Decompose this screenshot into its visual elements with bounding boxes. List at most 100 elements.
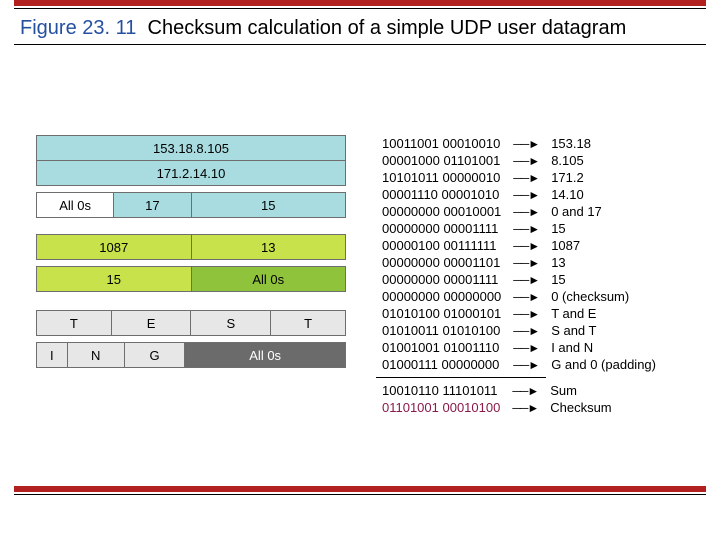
arrow-icon: ──► bbox=[506, 399, 544, 416]
desc: G and 0 (padding) bbox=[545, 356, 662, 373]
calc-row: 00000000 00001111──►15 bbox=[376, 220, 662, 237]
checksum-bits: 01101001 00010100 bbox=[376, 399, 506, 416]
desc: 1087 bbox=[545, 237, 662, 254]
desc: 15 bbox=[545, 271, 662, 288]
calc-rows: 10011001 00010010──►153.18 00001000 0110… bbox=[376, 135, 662, 373]
char-T1: T bbox=[37, 311, 112, 336]
sum-divider bbox=[376, 377, 546, 378]
data-row-2: I N G All 0s bbox=[36, 342, 346, 368]
calc-row: 00001000 01101001──►8.105 bbox=[376, 152, 662, 169]
top-black-line bbox=[14, 8, 706, 9]
char-I: I bbox=[37, 343, 68, 368]
arrow-icon: ──► bbox=[507, 152, 545, 169]
bottom-red-bar bbox=[14, 486, 706, 492]
calc-row: 01010100 01000101──►T and E bbox=[376, 305, 662, 322]
calc-row: 00001110 00001010──►14.10 bbox=[376, 186, 662, 203]
calc-row: 00000000 00010001──►0 and 17 bbox=[376, 203, 662, 220]
checksum-field: All 0s bbox=[191, 267, 346, 292]
arrow-icon: ──► bbox=[507, 339, 545, 356]
desc: 0 and 17 bbox=[545, 203, 662, 220]
char-T2: T bbox=[271, 311, 346, 336]
calc-row: 00000000 00000000──►0 (checksum) bbox=[376, 288, 662, 305]
bits: 01010100 01000101 bbox=[376, 305, 507, 322]
calc-row: 01010011 01010100──►S and T bbox=[376, 322, 662, 339]
bits: 01001001 01001110 bbox=[376, 339, 507, 356]
pseudo-header-proto: All 0s 17 15 bbox=[36, 192, 346, 218]
calc-row: 10011001 00010010──►153.18 bbox=[376, 135, 662, 152]
calc-row: 10101011 00000010──►171.2 bbox=[376, 169, 662, 186]
char-S: S bbox=[191, 311, 271, 336]
padding: All 0s bbox=[185, 343, 346, 368]
calc-table: 10011001 00010010──►153.18 00001000 0110… bbox=[376, 135, 662, 373]
bits: 00000000 00001111 bbox=[376, 271, 507, 288]
arrow-icon: ──► bbox=[507, 322, 545, 339]
arrow-icon: ──► bbox=[507, 254, 545, 271]
bits: 00001110 00001010 bbox=[376, 186, 507, 203]
bottom-black-line bbox=[14, 494, 706, 495]
src-port: 1087 bbox=[37, 235, 192, 260]
bits: 00001000 01101001 bbox=[376, 152, 507, 169]
calc-row: 00000000 00001111──►15 bbox=[376, 271, 662, 288]
figure-caption: Checksum calculation of a simple UDP use… bbox=[148, 17, 627, 39]
calc-row: 00000000 00001101──►13 bbox=[376, 254, 662, 271]
sum-label: Sum bbox=[544, 382, 617, 399]
bits: 10011001 00010010 bbox=[376, 135, 507, 152]
zeros-cell: All 0s bbox=[37, 193, 114, 218]
src-ip: 153.18.8.105 bbox=[37, 136, 346, 161]
desc: 153.18 bbox=[545, 135, 662, 152]
calc-row: 01000111 00000000──►G and 0 (padding) bbox=[376, 356, 662, 373]
checksum-label: Checksum bbox=[544, 399, 617, 416]
udp-header-2: 15 All 0s bbox=[36, 266, 346, 292]
bits: 10101011 00000010 bbox=[376, 169, 507, 186]
bits: 00000000 00000000 bbox=[376, 288, 507, 305]
arrow-icon: ──► bbox=[507, 135, 545, 152]
pseudo-header-ips: 153.18.8.105 171.2.14.10 bbox=[36, 135, 346, 186]
arrow-icon: ──► bbox=[507, 186, 545, 203]
desc: S and T bbox=[545, 322, 662, 339]
arrow-icon: ──► bbox=[507, 288, 545, 305]
char-E: E bbox=[111, 311, 191, 336]
desc: T and E bbox=[545, 305, 662, 322]
desc: I and N bbox=[545, 339, 662, 356]
desc: 15 bbox=[545, 220, 662, 237]
calc-row: 00000100 00111111──►1087 bbox=[376, 237, 662, 254]
bits: 01010011 01010100 bbox=[376, 322, 507, 339]
sum-bits: 10010110 11101011 bbox=[376, 382, 506, 399]
diagram-body: 153.18.8.105 171.2.14.10 All 0s 17 15 10… bbox=[36, 135, 720, 416]
arrow-icon: ──► bbox=[507, 271, 545, 288]
top-red-bar bbox=[14, 0, 706, 6]
figure-title: Figure 23. 11 Checksum calculation of a … bbox=[20, 17, 720, 40]
desc: 14.10 bbox=[545, 186, 662, 203]
desc: 13 bbox=[545, 254, 662, 271]
bits: 00000000 00001101 bbox=[376, 254, 507, 271]
bits: 00000100 00111111 bbox=[376, 237, 507, 254]
title-underline bbox=[14, 44, 706, 45]
arrow-icon: ──► bbox=[507, 169, 545, 186]
checksum-row: 01101001 00010100──►Checksum bbox=[376, 399, 618, 416]
arrow-icon: ──► bbox=[507, 220, 545, 237]
dst-ip: 171.2.14.10 bbox=[37, 161, 346, 186]
char-G: G bbox=[124, 343, 185, 368]
data-row-1: T E S T bbox=[36, 310, 346, 336]
desc: 8.105 bbox=[545, 152, 662, 169]
udp-header-1: 1087 13 bbox=[36, 234, 346, 260]
packet-layout: 153.18.8.105 171.2.14.10 All 0s 17 15 10… bbox=[36, 135, 346, 416]
result-table: 10010110 11101011──►Sum 01101001 0001010… bbox=[376, 382, 618, 416]
udp-length-cell: 15 bbox=[191, 193, 346, 218]
bits: 00000000 00010001 bbox=[376, 203, 507, 220]
desc: 0 (checksum) bbox=[545, 288, 662, 305]
bits: 01000111 00000000 bbox=[376, 356, 507, 373]
binary-calculation: 10011001 00010010──►153.18 00001000 0110… bbox=[376, 135, 662, 416]
arrow-icon: ──► bbox=[507, 356, 545, 373]
arrow-icon: ──► bbox=[507, 237, 545, 254]
arrow-icon: ──► bbox=[506, 382, 544, 399]
protocol-cell: 17 bbox=[114, 193, 191, 218]
char-N: N bbox=[67, 343, 124, 368]
calc-row: 01001001 01001110──►I and N bbox=[376, 339, 662, 356]
figure-number: Figure 23. 11 bbox=[20, 17, 136, 39]
desc: 171.2 bbox=[545, 169, 662, 186]
dst-port: 13 bbox=[191, 235, 346, 260]
arrow-icon: ──► bbox=[507, 203, 545, 220]
length: 15 bbox=[37, 267, 192, 292]
bits: 00000000 00001111 bbox=[376, 220, 507, 237]
